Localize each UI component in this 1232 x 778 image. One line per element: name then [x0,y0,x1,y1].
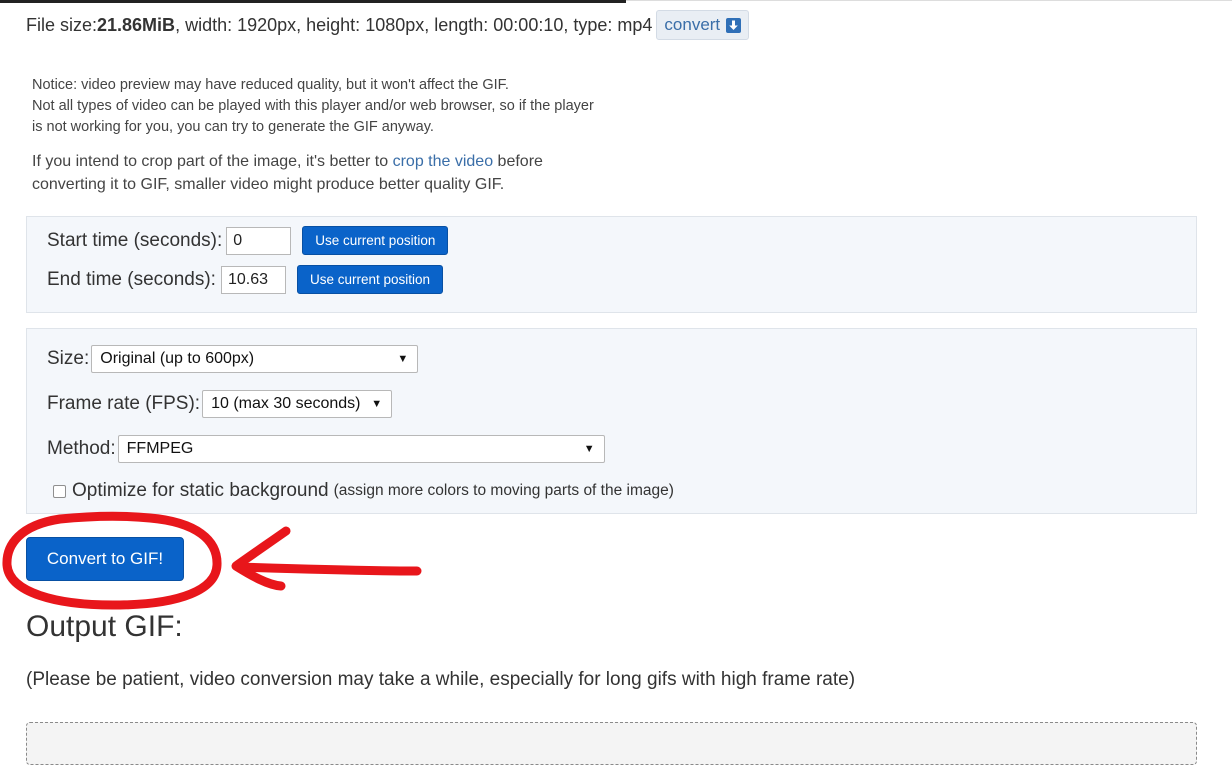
crop-tip-before: If you intend to crop part of the image,… [32,153,393,170]
start-use-current-position-button[interactable]: Use current position [302,226,449,255]
crop-tip-line-2: converting it to GIF, smaller video migh… [32,176,505,193]
fps-select-value: 10 (max 30 seconds) [211,395,361,412]
optimize-checkbox[interactable] [53,484,66,498]
size-label: Size: [47,348,90,369]
crop-video-link[interactable]: crop the video [393,153,494,170]
end-time-row: End time (seconds): 10.63 Use current po… [47,265,444,294]
annotation-arrow-head [231,526,291,591]
method-select-value: FFMPEG [126,440,194,457]
download-arrow-icon [726,17,742,33]
end-time-label: End time (seconds): [47,268,216,290]
optimize-hint: (assign more colors to moving parts of t… [333,482,674,499]
output-gif-heading: Output GIF: [26,610,183,643]
start-time-row: Start time (seconds): 0 Use current posi… [47,226,449,255]
crop-tip: If you intend to crop part of the image,… [32,150,543,196]
end-time-input[interactable]: 10.63 [220,265,286,294]
file-details: , width: 1920px, height: 1080px, length:… [175,14,653,35]
size-row: Size: Original (up to 600px) ▼ [47,345,419,373]
convert-to-gif-button[interactable]: Convert to GIF! [26,537,184,581]
convert-link[interactable]: convert [656,10,750,40]
start-time-label: Start time (seconds): [47,229,223,251]
size-select[interactable]: Original (up to 600px) ▼ [91,345,419,373]
file-info: File size: 21.86MiB , width: 1920px, hei… [26,10,750,40]
fps-row: Frame rate (FPS): 10 (max 30 seconds) ▼ [47,390,393,418]
fps-select[interactable]: 10 (max 30 seconds) ▼ [202,390,393,418]
output-gif-area [26,722,1197,765]
method-label: Method: [47,438,116,459]
optimize-row: Optimize for static background (assign m… [53,480,674,502]
time-panel: Start time (seconds): 0 Use current posi… [26,216,1197,313]
convert-link-label: convert [664,15,721,34]
method-select[interactable]: FFMPEG ▼ [117,435,605,463]
chevron-down-icon: ▼ [371,398,383,410]
notice-line-3: is not working for you, you can try to g… [32,119,434,135]
annotation-arrow-shaft [233,562,422,576]
crop-tip-after: before [493,153,543,170]
size-select-value: Original (up to 600px) [100,350,255,367]
patience-note: (Please be patient, video conversion may… [26,669,856,690]
notice-line-2: Not all types of video can be played wit… [32,98,594,114]
fps-label: Frame rate (FPS): [47,393,201,414]
chevron-down-icon: ▼ [397,353,409,365]
notice-text: Notice: video preview may have reduced q… [32,75,594,138]
file-size-label: File size: [26,14,98,35]
optimize-label[interactable]: Optimize for static background [72,480,329,502]
start-time-input[interactable]: 0 [226,226,292,255]
progress-bar [0,0,626,3]
method-row: Method: FFMPEG ▼ [47,435,605,463]
end-use-current-position-button[interactable]: Use current position [296,265,444,294]
notice-line-1: Notice: video preview may have reduced q… [32,77,509,93]
options-panel: Size: Original (up to 600px) ▼ Frame rat… [26,328,1197,514]
file-size-value: 21.86MiB [97,14,176,35]
chevron-down-icon: ▼ [583,443,595,455]
